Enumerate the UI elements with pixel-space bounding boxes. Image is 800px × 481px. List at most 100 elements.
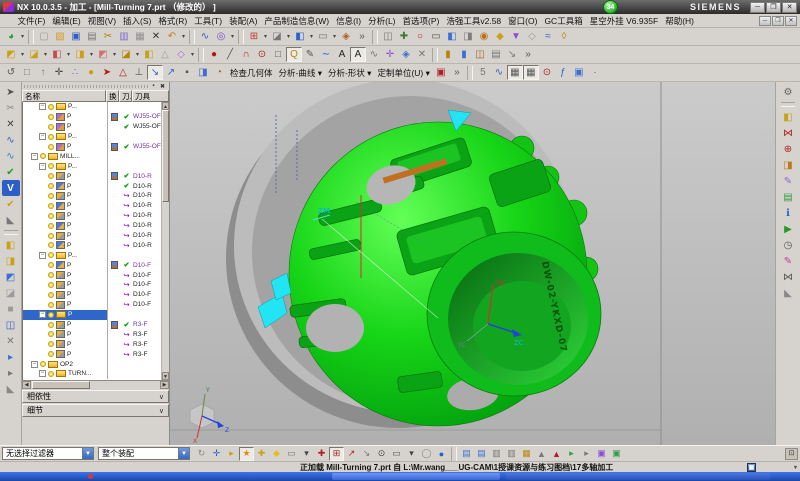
- taskbar-active-task[interactable]: [332, 473, 500, 480]
- machine-icon[interactable]: ◣: [2, 212, 20, 228]
- edit-object-icon[interactable]: ◫: [2, 317, 20, 333]
- pmi-icon[interactable]: ◈: [338, 29, 354, 44]
- information-icon[interactable]: ℹ: [779, 205, 797, 221]
- tree-operation-row[interactable]: P↪D10-F: [23, 280, 169, 290]
- up-a-icon[interactable]: ▲: [534, 447, 549, 461]
- close-button[interactable]: ✕: [782, 2, 797, 13]
- tree-item-name[interactable]: −P...: [23, 250, 107, 260]
- circle-curve-icon[interactable]: ⊙: [254, 47, 270, 62]
- tree-item-name[interactable]: −MILL...: [23, 151, 107, 161]
- tree-item-name[interactable]: P: [23, 181, 107, 191]
- tree-item-name[interactable]: P: [23, 339, 107, 349]
- tree-item-name[interactable]: P: [23, 349, 107, 359]
- tree-item-name[interactable]: P: [23, 240, 107, 250]
- circle-icon[interactable]: ○: [412, 29, 428, 44]
- pattern-component-icon[interactable]: ◩: [95, 47, 111, 62]
- dropdown-arrow-icon[interactable]: ▾: [65, 47, 72, 62]
- visibility-bulb-icon[interactable]: [48, 302, 54, 308]
- visibility-bulb-icon[interactable]: [48, 272, 54, 278]
- history-palette-icon[interactable]: ◷: [779, 237, 797, 253]
- tree-folder-row[interactable]: −P...: [23, 250, 169, 260]
- visibility-bulb-icon[interactable]: [48, 341, 54, 347]
- tree-folder-row[interactable]: −P...: [23, 102, 169, 112]
- tree-folder-row[interactable]: −MILL...: [23, 151, 169, 161]
- expand-collapse-icon[interactable]: −: [39, 311, 46, 318]
- select-next-icon[interactable]: ▸: [224, 447, 239, 461]
- face-rule-icon[interactable]: ◆: [269, 447, 284, 461]
- tree-operation-row[interactable]: P✔R3-F: [23, 320, 169, 330]
- menu-item-12[interactable]: 浩强工具v2.58: [443, 15, 505, 27]
- menu-item-6[interactable]: 工具(T): [191, 15, 226, 27]
- mdi-restore-button[interactable]: ❐: [772, 16, 784, 26]
- doc-a-icon[interactable]: ▤: [459, 447, 474, 461]
- restore-button[interactable]: ❐: [766, 2, 781, 13]
- circle-select-icon[interactable]: ◯: [419, 447, 434, 461]
- menu-item-16[interactable]: 帮助(H): [662, 15, 698, 27]
- delete-icon[interactable]: ✕: [148, 29, 164, 44]
- graphics-viewport[interactable]: DW-02-YKXD-07 ZM: [170, 82, 775, 445]
- print-icon[interactable]: ▤: [84, 29, 100, 44]
- create-geometry-icon[interactable]: ◩: [2, 269, 20, 285]
- tool-library-icon[interactable]: ◣: [779, 285, 797, 301]
- expand-collapse-icon[interactable]: −: [31, 153, 38, 160]
- grid-a-icon[interactable]: ▦: [507, 65, 523, 80]
- dropdown-arrow-icon[interactable]: ▾: [331, 29, 338, 44]
- menu-item-1[interactable]: 文件(F): [14, 15, 49, 27]
- tree-item-name[interactable]: P: [23, 320, 107, 330]
- menu-item-4[interactable]: 插入(S): [120, 15, 155, 27]
- status-doc-icon[interactable]: ▣: [747, 463, 756, 472]
- menu-item-3[interactable]: 视图(V): [84, 15, 119, 27]
- wcs-orient-icon[interactable]: ↗: [163, 65, 179, 80]
- dropdown-arrow-icon[interactable]: ▾: [262, 29, 269, 44]
- tree-item-name[interactable]: P: [23, 171, 107, 181]
- tree-folder-row[interactable]: −TURN...: [23, 369, 169, 379]
- add-selection-icon[interactable]: ✚: [254, 447, 269, 461]
- dropdown-arrow-icon[interactable]: ▾: [88, 47, 95, 62]
- tree-operation-row[interactable]: P✔WJ55-OF1: [23, 142, 169, 152]
- tree-horizontal-scrollbar[interactable]: ◀ ▶: [22, 380, 169, 389]
- history-five-icon[interactable]: 5: [475, 65, 491, 80]
- sweep-icon[interactable]: ≈: [540, 29, 556, 44]
- undo-icon[interactable]: ↶: [164, 29, 180, 44]
- menu-item-2[interactable]: 编辑(E): [49, 15, 84, 27]
- expand-collapse-icon[interactable]: −: [39, 103, 46, 110]
- assembly-icon[interactable]: ◩: [3, 47, 19, 62]
- tree-item-name[interactable]: P: [23, 300, 107, 310]
- tree-operation-row[interactable]: P✔WJ55-OF1: [23, 112, 169, 122]
- roles-gear-icon[interactable]: ⚙: [779, 84, 797, 100]
- tree-item-name[interactable]: P: [23, 280, 107, 290]
- direction-icon[interactable]: ↘: [359, 447, 374, 461]
- spline-icon[interactable]: ✎: [302, 47, 318, 62]
- command-finder-icon[interactable]: ∿: [197, 29, 213, 44]
- menu-item-13[interactable]: 窗口(O): [505, 15, 541, 27]
- hscroll-thumb[interactable]: [32, 381, 90, 389]
- expand-collapse-icon[interactable]: −: [39, 370, 46, 377]
- snap-mid-icon[interactable]: ➤: [99, 65, 115, 80]
- custom-units-button[interactable]: 定制单位(U) ▾: [374, 66, 432, 80]
- visibility-bulb-icon[interactable]: [48, 312, 54, 318]
- notification-badge[interactable]: 34: [603, 0, 618, 14]
- snap-end-icon[interactable]: ●: [83, 65, 99, 80]
- verify-icon[interactable]: ✔: [2, 164, 20, 180]
- new-icon[interactable]: ▢: [36, 29, 52, 44]
- extrude-icon[interactable]: ◧: [444, 29, 460, 44]
- minimize-button[interactable]: ─: [750, 2, 765, 13]
- mdi-close-button[interactable]: ✕: [785, 16, 797, 26]
- scroll-left-icon[interactable]: ◀: [22, 381, 31, 389]
- highlight-icon[interactable]: ★: [239, 447, 254, 461]
- project-icon[interactable]: ↘: [504, 47, 520, 62]
- visibility-bulb-icon[interactable]: [48, 183, 54, 189]
- tree-item-name[interactable]: −OP2: [23, 359, 107, 369]
- expression-icon[interactable]: ƒ: [555, 65, 571, 80]
- visibility-bulb-icon[interactable]: [48, 134, 54, 140]
- visibility-bulb-icon[interactable]: [48, 213, 54, 219]
- point-set-icon[interactable]: ✛: [382, 47, 398, 62]
- visibility-bulb-icon[interactable]: [48, 124, 54, 130]
- wcs-dynamics-icon[interactable]: ↘: [147, 65, 163, 80]
- up-b-icon[interactable]: ▲: [549, 447, 564, 461]
- spline-analysis-icon[interactable]: ∿: [491, 65, 507, 80]
- tree-item-name[interactable]: P: [23, 201, 107, 211]
- dropdown-arrow-icon[interactable]: ▾: [111, 47, 118, 62]
- clip-icon[interactable]: ◔: [211, 65, 227, 80]
- studio-spline-icon[interactable]: ∼: [318, 47, 334, 62]
